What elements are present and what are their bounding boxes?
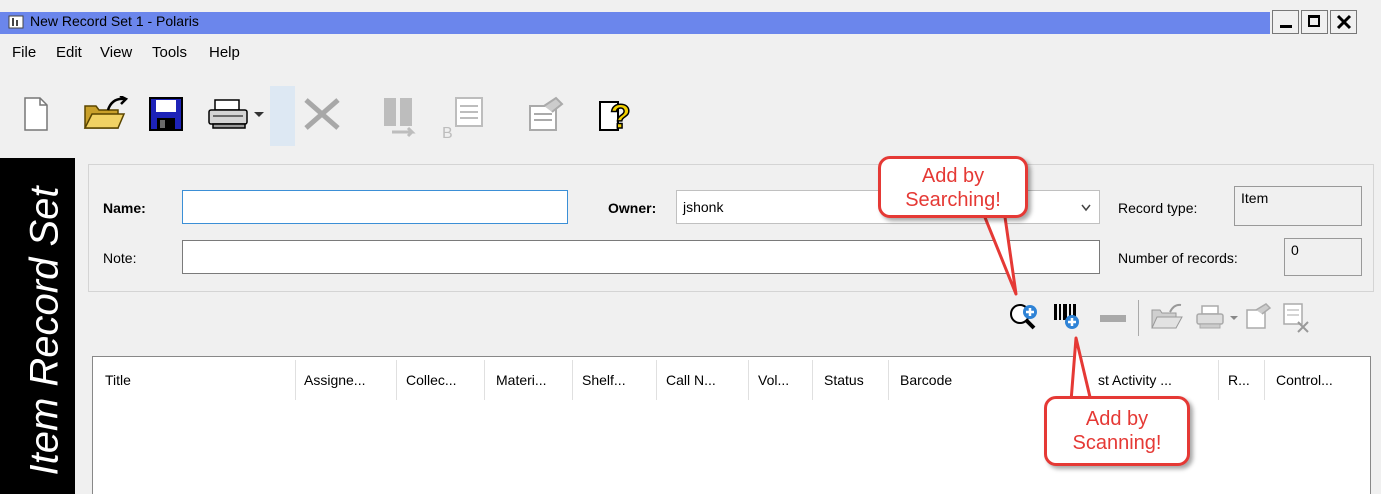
menu-tools[interactable]: Tools	[152, 44, 187, 61]
new-document-icon[interactable]	[22, 96, 50, 132]
close-icon	[1336, 14, 1352, 30]
record-type-label: Record type:	[1118, 200, 1198, 216]
number-of-records-label: Number of records:	[1118, 250, 1238, 266]
remove-icon[interactable]	[1100, 315, 1126, 322]
column-divider	[572, 360, 573, 400]
owner-value: jshonk	[683, 199, 724, 215]
number-of-records-value: 0	[1291, 242, 1299, 258]
print-dropdown-icon[interactable]	[254, 112, 264, 117]
scan-add-icon[interactable]	[1052, 302, 1086, 332]
column-divider	[748, 360, 749, 400]
svg-text:B: B	[442, 125, 453, 140]
banner-title: Item Record Set	[22, 186, 67, 476]
column-header-control[interactable]: Control...	[1276, 372, 1333, 388]
callout-add-by-scanning: Add by Scanning!	[1044, 396, 1190, 466]
column-header-status[interactable]: Status	[824, 372, 864, 388]
save-icon[interactable]	[148, 96, 184, 132]
open-icon[interactable]	[1150, 302, 1184, 332]
column-header-assigned[interactable]: Assigne...	[304, 372, 365, 388]
menu-view[interactable]: View	[100, 44, 132, 61]
menu-file[interactable]: File	[12, 44, 36, 61]
record-type-field: Item	[1234, 186, 1362, 226]
chevron-down-icon	[1081, 204, 1091, 212]
barcode-icon[interactable]: B	[442, 96, 486, 140]
column-header-volume[interactable]: Vol...	[758, 372, 789, 388]
callout-scan-line2: Scanning!	[1072, 432, 1162, 454]
callout-search-line1: Add by	[921, 165, 985, 187]
properties-icon[interactable]	[526, 96, 566, 132]
menu-help[interactable]: Help	[209, 44, 240, 61]
column-divider	[1218, 360, 1219, 400]
print-dropdown-icon[interactable]	[1230, 316, 1238, 320]
column-divider	[1264, 360, 1265, 400]
callout-search-line2: Searching!	[905, 189, 1001, 211]
column-header-r[interactable]: R...	[1228, 372, 1250, 388]
owner-label: Owner:	[608, 200, 657, 216]
open-folder-icon[interactable]	[82, 96, 130, 132]
maximize-button[interactable]	[1301, 10, 1328, 34]
record-set-banner: Item Record Set	[0, 158, 75, 494]
find-add-icon[interactable]	[1008, 302, 1042, 332]
callout-pointer-search	[980, 210, 1018, 296]
properties-icon[interactable]	[1244, 302, 1274, 332]
number-of-records-field: 0	[1284, 238, 1362, 276]
delete-icon[interactable]	[302, 96, 342, 132]
column-divider	[484, 360, 485, 400]
app-icon	[8, 15, 24, 29]
column-divider	[812, 360, 813, 400]
record-type-value: Item	[1241, 190, 1269, 206]
column-header-barcode[interactable]: Barcode	[900, 372, 952, 388]
column-header-title[interactable]: Title	[105, 372, 131, 388]
minimize-button[interactable]	[1272, 10, 1299, 34]
column-divider	[396, 360, 397, 400]
bulk-change-icon[interactable]	[382, 96, 422, 140]
column-divider	[656, 360, 657, 400]
callout-add-by-searching: Add by Searching!	[878, 156, 1028, 218]
column-header-shelf[interactable]: Shelf...	[582, 372, 626, 388]
column-header-call-number[interactable]: Call N...	[666, 372, 716, 388]
note-label: Note:	[103, 250, 137, 266]
column-header-material[interactable]: Materi...	[496, 372, 547, 388]
svg-text:?: ?	[610, 98, 631, 134]
list-toolbar-separator	[1138, 300, 1139, 336]
column-header-collection[interactable]: Collec...	[406, 372, 457, 388]
print-icon[interactable]	[1194, 303, 1226, 331]
name-label: Name:	[103, 200, 146, 216]
clear-icon[interactable]	[1282, 302, 1312, 334]
print-icon[interactable]	[205, 96, 253, 132]
column-divider	[888, 360, 889, 400]
menu-edit[interactable]: Edit	[56, 44, 82, 61]
window-title: New Record Set 1 - Polaris	[30, 13, 199, 29]
close-button[interactable]	[1330, 10, 1357, 34]
help-icon[interactable]: ?	[598, 96, 638, 134]
column-divider	[295, 360, 296, 400]
callout-scan-line1: Add by	[1085, 408, 1149, 430]
title-bar	[0, 0, 1381, 38]
toolbar-divider	[270, 86, 295, 146]
name-input[interactable]	[182, 190, 568, 224]
